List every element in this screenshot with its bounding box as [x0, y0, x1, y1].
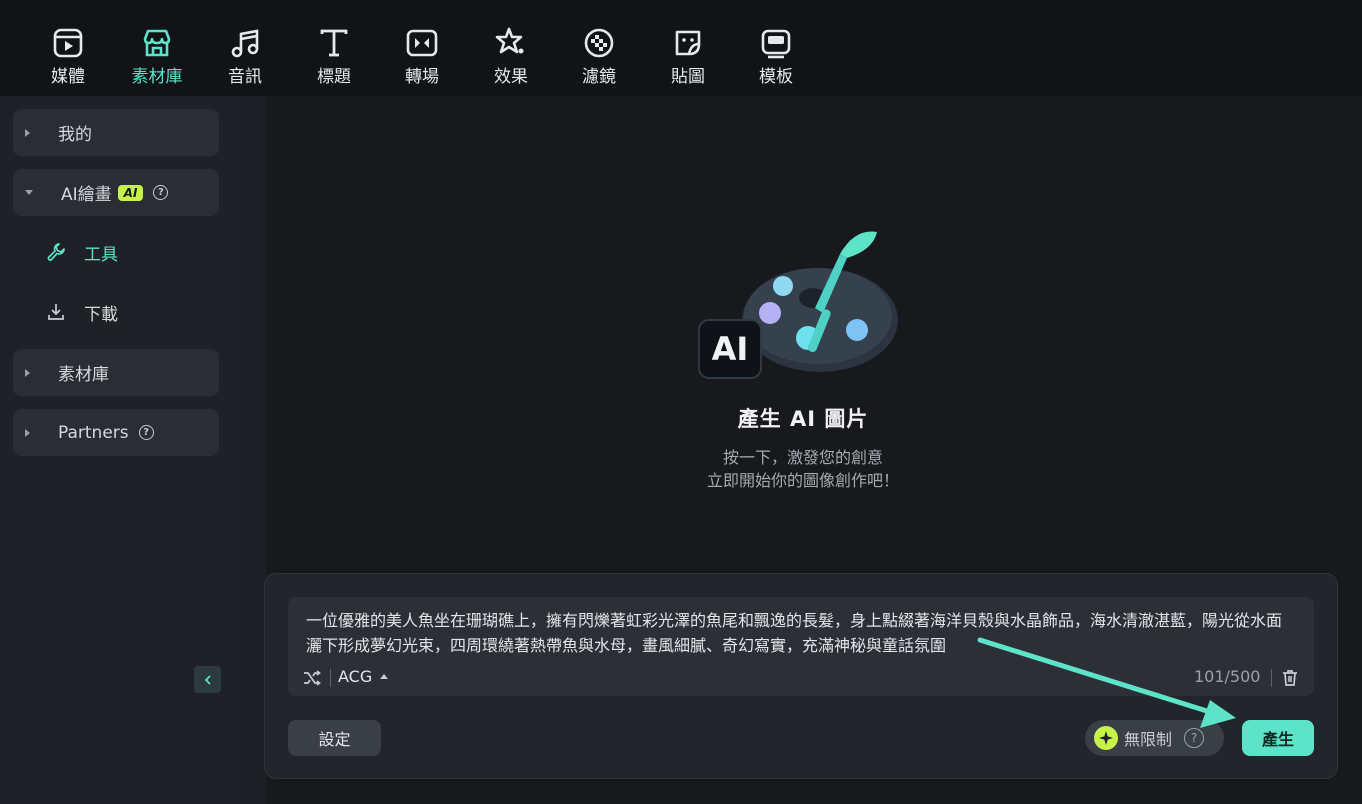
sidebar-group-partners-label: Partners — [58, 422, 129, 443]
toolbar-media-label: 媒體 — [51, 67, 85, 87]
hero-ai-badge: AI — [712, 330, 749, 368]
toolbar-title[interactable]: 標題 — [294, 26, 374, 87]
expand-arrow-icon — [25, 368, 30, 377]
panel-splitter[interactable] — [240, 96, 266, 804]
style-select-value: ACG — [338, 667, 373, 686]
unlimited-credits-toggle[interactable]: 無限制 ? — [1085, 720, 1224, 756]
settings-button[interactable]: 設定 — [288, 720, 381, 756]
toolbar-store[interactable]: 素材庫 — [117, 26, 197, 87]
help-icon[interactable]: ? — [138, 425, 154, 440]
sidebar-group-my[interactable]: 我的 — [13, 109, 219, 156]
download-icon — [48, 304, 64, 320]
media-icon — [53, 28, 83, 58]
ai-badge: AI — [117, 184, 144, 201]
toolbar-title-label: 標題 — [317, 67, 351, 87]
sidebar-group-my-label: 我的 — [58, 125, 92, 145]
wrench-icon — [47, 243, 65, 261]
sparkle-icon — [1094, 726, 1118, 750]
toolbar-template-label: 模板 — [759, 67, 793, 87]
sidebar-group-partners[interactable]: Partners ? — [13, 409, 219, 456]
sidebar-group-ai-paint[interactable]: AI繪畫 AI ? — [13, 169, 219, 216]
sidebar-item-download[interactable]: 下載 — [46, 297, 118, 327]
toolbar-effects-label: 效果 — [494, 67, 528, 87]
shuffle-icon[interactable] — [302, 668, 322, 688]
toolbar-filter[interactable]: 濾鏡 — [559, 26, 639, 87]
palette-illustration: AI — [698, 231, 898, 379]
expand-arrow-icon — [25, 428, 30, 437]
hero-subtitle-line-1: 按一下，激發您的創意 — [722, 448, 883, 467]
toolbar-filter-label: 濾鏡 — [582, 67, 616, 87]
toolbar-media[interactable]: 媒體 — [28, 26, 108, 87]
collapse-sidebar-button[interactable] — [194, 666, 221, 693]
trash-icon[interactable] — [1280, 668, 1300, 688]
help-icon[interactable]: ? — [153, 185, 169, 200]
filter-icon — [584, 28, 614, 58]
hero-subtitle-line-2: 立即開始你的圖像創作吧！ — [706, 471, 899, 490]
toolbar-effects[interactable]: 效果 — [471, 26, 551, 87]
effects-icon — [495, 27, 524, 54]
toolbar-audio[interactable]: 音訊 — [205, 26, 285, 87]
toolbar-sticker[interactable]: 貼圖 — [648, 26, 728, 87]
sticker-icon — [675, 30, 701, 56]
toolbar-transition-label: 轉場 — [405, 67, 439, 87]
sidebar-item-tools-label: 工具 — [84, 244, 118, 265]
caret-up-icon — [380, 674, 389, 679]
music-icon — [231, 29, 259, 58]
title-icon — [320, 29, 348, 57]
expand-arrow-icon — [25, 128, 30, 137]
sidebar-item-download-label: 下載 — [84, 304, 118, 325]
sidebar-group-library[interactable]: 素材庫 — [13, 349, 219, 396]
prompt-input[interactable]: 一位優雅的美人魚坐在珊瑚礁上，擁有閃爍著虹彩光澤的魚尾和飄逸的長髮，身上點綴著海… — [306, 608, 1296, 658]
toolbar-audio-label: 音訊 — [228, 67, 262, 87]
hero-subtitle: 按一下，激發您的創意 立即開始你的圖像創作吧！ — [603, 446, 1003, 492]
chevron-left-icon — [204, 674, 211, 685]
toolbar-template[interactable]: 模板 — [736, 26, 816, 87]
toolbar-store-label: 素材庫 — [131, 67, 183, 87]
template-icon — [761, 29, 791, 59]
store-icon — [143, 29, 171, 57]
generate-button[interactable]: 產生 — [1242, 720, 1314, 756]
transition-icon — [406, 29, 438, 57]
toolbar-separator — [330, 669, 331, 687]
toolbar-transition[interactable]: 轉場 — [382, 26, 462, 87]
style-select[interactable]: ACG — [338, 667, 389, 686]
unlimited-label: 無限制 — [1124, 730, 1173, 749]
top-toolbar: 媒體 素材庫 音訊 標題 轉場 效果 濾鏡 貼圖 模板 — [0, 0, 1362, 96]
hero-title: 產生 AI 圖片 — [737, 407, 869, 431]
sidebar-item-tools[interactable]: 工具 — [46, 237, 118, 267]
char-counter: 101/500 — [1194, 667, 1261, 686]
toolbar-sticker-label: 貼圖 — [671, 67, 705, 87]
sidebar-group-ai-paint-label: AI繪畫 — [61, 185, 112, 205]
sidebar-group-library-label: 素材庫 — [58, 365, 109, 385]
toolbar-separator — [1271, 669, 1272, 687]
collapse-arrow-icon — [25, 190, 33, 195]
help-icon[interactable]: ? — [1184, 728, 1205, 748]
